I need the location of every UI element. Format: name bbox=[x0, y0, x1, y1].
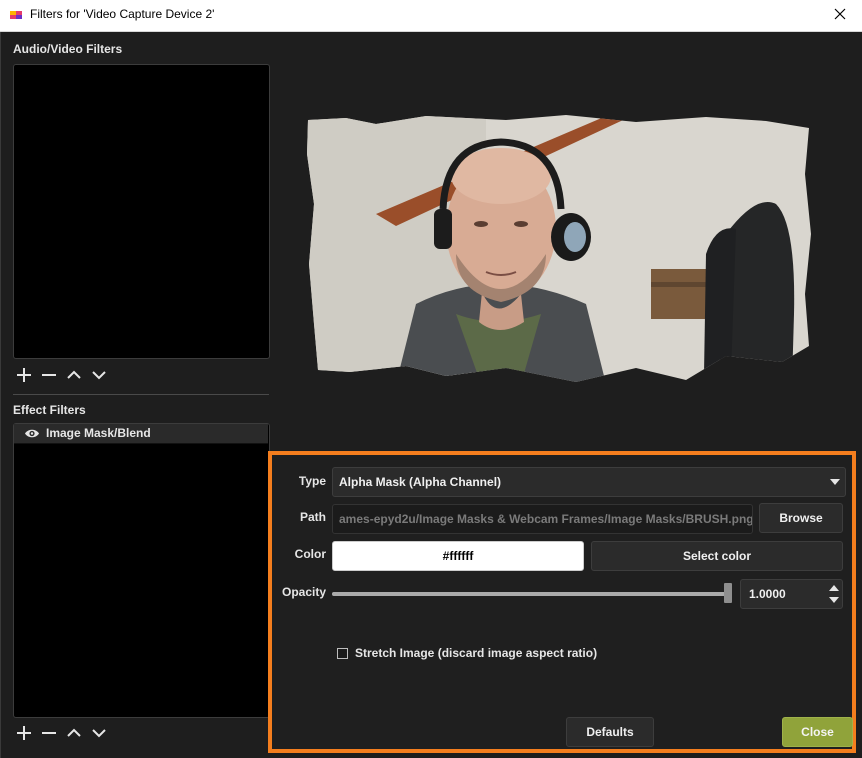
filter-properties-panel: Type Alpha Mask (Alpha Channel) Path ame… bbox=[268, 451, 856, 753]
obs-app-icon bbox=[9, 8, 23, 22]
filter-name: Image Mask/Blend bbox=[46, 426, 151, 440]
effect-filters-label: Effect Filters bbox=[13, 403, 86, 417]
type-dropdown[interactable]: Alpha Mask (Alpha Channel) bbox=[332, 467, 846, 497]
eye-icon[interactable] bbox=[24, 428, 40, 439]
effect-filters-list[interactable] bbox=[13, 423, 270, 718]
chevron-down-icon[interactable] bbox=[88, 723, 109, 743]
opacity-slider-handle[interactable] bbox=[724, 583, 732, 603]
minus-icon[interactable] bbox=[38, 365, 59, 385]
plus-icon[interactable] bbox=[13, 723, 34, 743]
opacity-spinbox[interactable]: 1.0000 bbox=[740, 579, 843, 609]
dropdown-arrow-icon bbox=[830, 479, 840, 485]
type-value: Alpha Mask (Alpha Channel) bbox=[339, 475, 502, 489]
defaults-button[interactable]: Defaults bbox=[566, 717, 654, 747]
path-value: ames-epyd2u/Image Masks & Webcam Frames/… bbox=[339, 512, 753, 526]
chevron-down-icon[interactable] bbox=[88, 365, 109, 385]
browse-button[interactable]: Browse bbox=[759, 503, 843, 533]
list-item-image-mask-blend[interactable]: Image Mask/Blend bbox=[14, 424, 268, 444]
color-swatch[interactable]: #ffffff bbox=[332, 541, 584, 571]
audio-video-filters-label: Audio/Video Filters bbox=[13, 42, 123, 56]
effect-filters-toolbar bbox=[13, 723, 109, 743]
opacity-slider[interactable] bbox=[332, 592, 728, 596]
chevron-up-icon[interactable] bbox=[63, 723, 84, 743]
plus-icon[interactable] bbox=[13, 365, 34, 385]
chevron-up-icon[interactable] bbox=[63, 365, 84, 385]
close-icon[interactable] bbox=[832, 6, 848, 22]
path-label: Path bbox=[299, 510, 326, 524]
minus-icon[interactable] bbox=[38, 723, 59, 743]
opacity-slider-fill bbox=[332, 592, 728, 596]
opacity-label: Opacity bbox=[281, 585, 326, 599]
spin-down-icon[interactable] bbox=[829, 597, 839, 604]
window-title: Filters for 'Video Capture Device 2' bbox=[30, 7, 215, 21]
stretch-image-checkbox[interactable] bbox=[337, 648, 348, 659]
opacity-value: 1.0000 bbox=[749, 587, 786, 601]
select-color-button[interactable]: Select color bbox=[591, 541, 843, 571]
dialog-body: Audio/Video Filters Effect Filters Image… bbox=[0, 32, 862, 758]
stretch-image-label[interactable]: Stretch Image (discard image aspect rati… bbox=[355, 646, 597, 660]
audio-video-filters-toolbar bbox=[13, 365, 109, 385]
title-bar: Filters for 'Video Capture Device 2' bbox=[0, 0, 862, 32]
list-divider bbox=[13, 394, 269, 395]
path-input[interactable]: ames-epyd2u/Image Masks & Webcam Frames/… bbox=[332, 504, 753, 534]
close-button[interactable]: Close bbox=[782, 717, 853, 747]
audio-video-filters-list[interactable] bbox=[13, 64, 270, 359]
type-label: Type bbox=[298, 474, 326, 488]
source-preview bbox=[307, 115, 811, 382]
color-label: Color bbox=[294, 547, 326, 561]
spin-up-icon[interactable] bbox=[829, 584, 839, 591]
